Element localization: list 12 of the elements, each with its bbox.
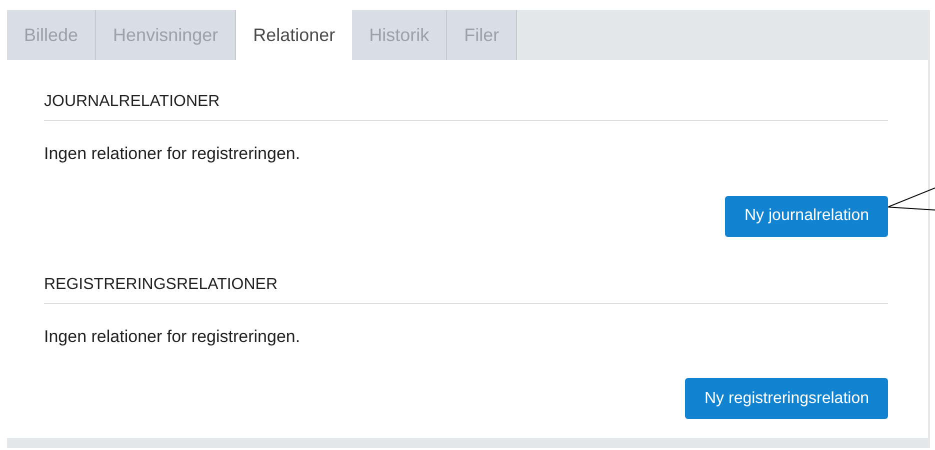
leader-line: [888, 186, 935, 212]
tab[interactable]: Historik: [352, 10, 448, 60]
tab[interactable]: Henvisninger: [96, 10, 236, 60]
section-heading: JOURNALRELATIONER: [44, 90, 888, 121]
tab[interactable]: Billede: [7, 10, 96, 60]
empty-message: Ingen relationer for registreringen.: [44, 326, 300, 348]
section-heading: REGISTRERINGSRELATIONER: [44, 272, 888, 304]
empty-message: Ingen relationer for registreringen.: [44, 143, 300, 165]
new-relation-button[interactable]: Ny registreringsrelation: [685, 378, 888, 419]
new-relation-button[interactable]: Ny journalrelation: [725, 196, 888, 236]
tab[interactable]: Filer: [447, 10, 518, 60]
tab[interactable]: Relationer: [236, 10, 352, 60]
